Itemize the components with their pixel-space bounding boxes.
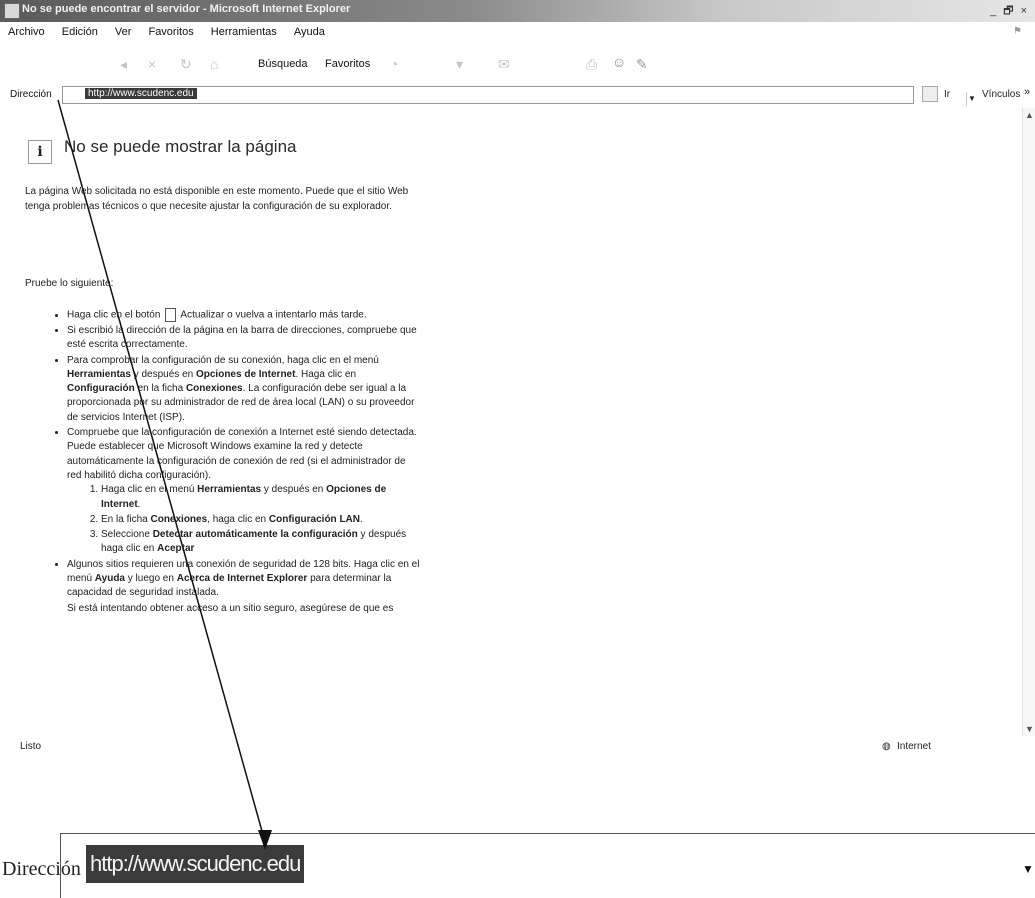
menu-ref-ayuda: Ayuda (94, 572, 125, 584)
scroll-up-icon[interactable]: ▲ (1025, 110, 1034, 120)
messenger-icon[interactable]: ☺ (612, 54, 626, 70)
menu-edicion[interactable]: Edición (62, 26, 98, 38)
bullet-text: Actualizar o vuelva a intentarlo más tar… (180, 309, 367, 321)
menu-ref-acerca: Acerca de Internet Explorer (176, 572, 308, 584)
bullet-text: y después en (133, 368, 194, 380)
status-text: Listo (20, 741, 42, 752)
media-icon[interactable]: ▾ (456, 56, 463, 73)
menu-ref-conexiones: Conexiones (185, 383, 243, 395)
scroll-down-icon[interactable]: ▼ (1025, 724, 1034, 734)
dropdown-arrow-icon[interactable]: ▼ (966, 92, 977, 106)
page-title: No se puede mostrar la página (64, 137, 297, 156)
menu-ref-herramientas: Herramientas (67, 368, 131, 380)
security-zone: Internet (897, 741, 931, 752)
vertical-scrollbar[interactable]: ▲ ▼ (1022, 108, 1035, 736)
menu-archivo[interactable]: Archivo (8, 26, 45, 38)
edit-icon[interactable]: ✎ (636, 56, 648, 73)
list-item: Haga clic en el menú Herramientas y desp… (101, 483, 420, 512)
address-label: Dirección (10, 89, 52, 100)
title-bar: No se puede encontrar el servidor - Micr… (0, 0, 1035, 22)
menu-ref-opciones: Opciones de Internet (195, 368, 296, 380)
menu-herramientas[interactable]: Herramientas (211, 26, 277, 38)
home-icon[interactable]: ⌂ (210, 56, 218, 72)
toolbar: ◂ × ↻ ⌂ Búsqueda Favoritos ◔ ▾ ✉ ⎙ ☺ ✎ (0, 52, 1035, 80)
list-item: En la ficha Conexiones, haga clic en Con… (101, 513, 420, 527)
status-bar: Listo ◍ Internet (0, 738, 1035, 756)
go-button[interactable]: Ir (944, 89, 950, 100)
step-bold: Conexiones (150, 513, 208, 525)
step-text: Haga clic en el menú (101, 484, 195, 496)
windows-logo-icon: ⚑ (1013, 26, 1022, 37)
history-icon[interactable]: ◔ (390, 56, 398, 72)
refresh-page-icon (165, 308, 177, 322)
step-text: y después en (263, 484, 324, 496)
chevron-icon[interactable]: » (1024, 86, 1030, 98)
menu-favoritos[interactable]: Favoritos (148, 26, 193, 38)
list-item: Compruebe que la configuración de conexi… (67, 426, 420, 557)
address-bar: Dirección http://www.scudenc.edu ▼ Ir Ví… (0, 82, 1035, 106)
intro-paragraph: La página Web solicitada no está disponi… (25, 186, 409, 212)
ie-page-icon (4, 3, 20, 19)
step-text: Seleccione (101, 529, 150, 541)
search-button[interactable]: Búsqueda (258, 58, 308, 70)
print-icon[interactable]: ⎙ (586, 56, 597, 73)
step-bold: Detectar automáticamente la configuració… (152, 529, 358, 541)
address-url-selected[interactable]: http://www.scudenc.edu (85, 88, 197, 99)
list-item: Para comprobar la configuración de su co… (67, 354, 420, 425)
callout-border-top (60, 833, 1035, 834)
menu-bar: Archivo Edición Ver Favoritos Herramient… (0, 26, 1035, 44)
bullet-text: Haga clic en el botón (67, 309, 161, 321)
list-item: Si está intentando obtener acceso a un s… (67, 602, 420, 616)
favorites-button[interactable]: Favoritos (325, 58, 370, 70)
bullet-text: Compruebe que la configuración de conexi… (67, 427, 417, 481)
suggestions-list: Haga clic en el botón Actualizar o vuelv… (25, 308, 420, 617)
info-icon: i (28, 140, 52, 164)
forward-icon[interactable]: × (148, 56, 156, 72)
links-button[interactable]: Vínculos (982, 89, 1020, 100)
step-bold: Configuración LAN (268, 513, 360, 525)
step-bold: Herramientas (197, 484, 262, 496)
mail-icon[interactable]: ✉ (498, 56, 510, 73)
bullet-text: Para comprobar la configuración de su co… (67, 354, 379, 366)
substeps-list: Haga clic en el menú Herramientas y desp… (67, 483, 420, 556)
step-text: , haga clic en (207, 513, 267, 525)
step-text: En la ficha (101, 513, 148, 525)
step-bold: Aceptar (157, 543, 195, 555)
menu-ver[interactable]: Ver (115, 26, 132, 38)
bullet-text: en la ficha (137, 383, 184, 395)
globe-icon: ◍ (882, 741, 891, 752)
window-title: No se puede encontrar el servidor - Micr… (22, 3, 351, 15)
address-input[interactable]: http://www.scudenc.edu ▼ (62, 86, 976, 106)
go-icon[interactable] (922, 86, 938, 102)
try-heading: Pruebe lo siguiente: (25, 278, 114, 289)
zoomed-address-label: Dirección (2, 858, 81, 880)
bullet-text: y luego en (127, 572, 174, 584)
back-icon[interactable]: ◂ (120, 56, 127, 73)
list-item: Algunos sitios requieren una conexión de… (67, 558, 420, 601)
menu-ayuda[interactable]: Ayuda (294, 26, 325, 38)
zoomed-address-url: http://www.scudenc.edu (86, 845, 305, 883)
window-controls[interactable]: _ 🗗 × (990, 2, 1029, 21)
refresh-icon[interactable]: ↻ (180, 56, 192, 73)
list-item: Seleccione Detectar automáticamente la c… (101, 528, 420, 557)
dropdown-arrow-icon: ▼ (1022, 862, 1034, 876)
list-item: Si escribió la dirección de la página en… (67, 324, 420, 353)
list-item: Haga clic en el botón Actualizar o vuelv… (67, 308, 420, 323)
menu-ref-configuracion: Configuración (67, 383, 135, 395)
bullet-text: . Haga clic en (295, 368, 357, 380)
